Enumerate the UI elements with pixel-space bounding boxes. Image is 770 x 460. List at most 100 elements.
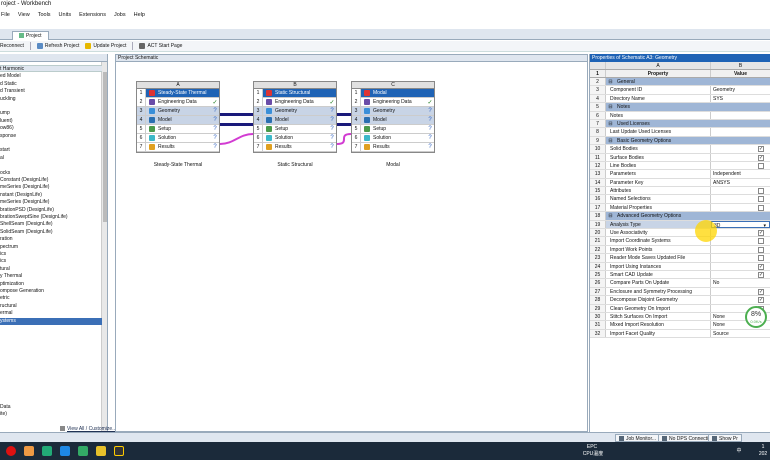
property-checkbox[interactable]: ✓ (758, 288, 764, 295)
menu-item[interactable]: Extensions (79, 10, 106, 20)
toolbox-item[interactable]: ump (0, 110, 10, 117)
property-value[interactable]: ✓ (711, 296, 770, 304)
property-checkbox[interactable]: ✓ (758, 230, 764, 237)
property-row[interactable]: 23 Reader Mode Saves Updated File (590, 254, 770, 263)
app-icon[interactable] (78, 446, 88, 456)
toolbox-item[interactable]: ed Model (0, 73, 21, 80)
property-group-header[interactable]: 5 ⊟ Notes (590, 103, 770, 112)
property-row[interactable]: 21 Import Coordinate Systems (590, 237, 770, 246)
property-row[interactable]: 30 Stitch Surfaces On Import None (590, 312, 770, 322)
property-value[interactable]: Source (711, 330, 770, 337)
toolbox-item[interactable]: t Harmonic (0, 66, 24, 73)
property-checkbox[interactable] (758, 188, 764, 195)
property-value[interactable]: ANSYS (711, 179, 770, 186)
refresh-project-button[interactable]: Refresh Project (36, 43, 79, 49)
menu-item[interactable]: View (18, 10, 30, 20)
property-row[interactable]: 15 Attributes (590, 187, 770, 196)
collapse-icon[interactable]: ⊟ (606, 78, 615, 85)
property-row[interactable]: 22 Import Work Points (590, 245, 770, 255)
property-value[interactable] (711, 187, 770, 195)
folder-icon[interactable] (96, 446, 106, 456)
property-value[interactable]: No (711, 279, 770, 286)
property-value[interactable]: Independent (711, 170, 770, 177)
menu-item[interactable]: Jobs (114, 10, 126, 20)
record-app-icon[interactable] (6, 446, 16, 456)
property-row[interactable]: 8 Last Update Used Licenses (590, 128, 770, 137)
property-checkbox[interactable] (758, 204, 764, 211)
property-row[interactable]: 24 Import Using Instances ✓ (590, 262, 770, 271)
property-row[interactable]: 12 Line Bodies (590, 161, 770, 171)
toolbox-item[interactable]: ShellSeam (DesignLife) (0, 221, 53, 228)
property-checkbox[interactable] (758, 246, 764, 253)
toolbox-item[interactable]: d Static (0, 81, 17, 88)
collapse-icon[interactable]: ⊟ (606, 137, 615, 144)
property-value[interactable] (711, 112, 770, 119)
toolbox-item[interactable]: ocks (0, 170, 10, 177)
property-checkbox[interactable] (758, 238, 764, 245)
toolbox-item[interactable]: ite) (0, 411, 7, 418)
toolbox-item[interactable]: uckling (0, 96, 16, 103)
toolbox-item[interactable]: etric (0, 295, 9, 302)
property-row[interactable]: 6 Notes (590, 111, 770, 120)
property-row[interactable]: 13 Parameters Independent (590, 170, 770, 179)
toolbox-item[interactable]: brationSweptSine (DesignLife) (0, 214, 68, 221)
property-group-header[interactable]: 7 ⊟ Used Licenses (590, 119, 770, 129)
tab-project[interactable]: Project (12, 31, 49, 40)
toolbox-scrollbar[interactable] (101, 62, 107, 432)
menu-item[interactable]: Units (59, 10, 72, 20)
toolbox-item[interactable]: SolidSeam (DesignLife) (0, 229, 53, 236)
collapse-icon[interactable]: ⊟ (606, 120, 615, 127)
property-row[interactable]: 29 Clean Geometry On Import (590, 304, 770, 313)
property-checkbox[interactable] (758, 196, 764, 203)
property-value[interactable] (711, 128, 770, 135)
property-row[interactable]: 17 Material Properties (590, 203, 770, 213)
act-start-page-button[interactable]: ACT Start Page (139, 43, 182, 49)
toolbox-item[interactable]: meSeries (DesignLife) (0, 184, 49, 191)
property-value[interactable]: ✓ (711, 288, 770, 295)
property-checkbox[interactable]: ✓ (758, 263, 764, 270)
property-value[interactable] (711, 254, 770, 262)
property-row[interactable]: 28 Decompose Disjoint Geometry ✓ (590, 296, 770, 305)
chrome-icon[interactable] (42, 446, 52, 456)
toolbox-item[interactable]: nstant (DesignLife) (0, 192, 42, 199)
property-value[interactable]: 3D ▾ (711, 220, 770, 229)
toolbox-item[interactable]: ompose Generation (0, 288, 44, 295)
property-value[interactable]: ✓ (711, 271, 770, 278)
property-value[interactable]: ✓ (711, 154, 770, 161)
property-row[interactable]: 20 Use Associativity ✓ (590, 229, 770, 238)
toolbox-item[interactable]: ics (0, 258, 6, 265)
collapse-icon[interactable]: ⊟ (606, 103, 615, 110)
menu-item[interactable]: Help (134, 10, 145, 20)
collapse-icon[interactable]: ⊟ (606, 212, 615, 219)
update-project-button[interactable]: Update Project (85, 43, 126, 49)
job-monitor-button[interactable]: Job Monitor... (615, 434, 661, 442)
file-app-icon[interactable] (24, 446, 34, 456)
toolbox-item[interactable]: ration (0, 236, 13, 243)
toolbox-item[interactable]: ptimization (0, 281, 24, 288)
toolbox-item[interactable]: ics (0, 251, 6, 258)
show-progress-button[interactable]: Show Pr (708, 434, 742, 442)
property-checkbox[interactable]: ✓ (758, 297, 764, 304)
property-value[interactable]: ✓ (711, 229, 770, 237)
reconnect-button[interactable]: Reconnect (0, 43, 24, 49)
property-checkbox[interactable]: ✓ (758, 154, 764, 161)
property-row[interactable]: 4 Directory Name SYS (590, 94, 770, 104)
menu-item[interactable]: Tools (38, 10, 51, 20)
toolbox-item[interactable]: luent) (0, 118, 13, 125)
property-checkbox[interactable] (758, 255, 764, 262)
property-value[interactable] (711, 195, 770, 203)
property-value[interactable]: SYS (711, 95, 770, 102)
scrollbar-thumb[interactable] (103, 72, 107, 222)
property-row[interactable]: 26 Compare Parts On Update No (590, 279, 770, 288)
property-row[interactable]: 14 Parameter Key ANSYS (590, 178, 770, 188)
property-row[interactable]: 11 Surface Bodies ✓ (590, 153, 770, 162)
toolbox-item[interactable]: meSeries (DesignLife) (0, 199, 49, 206)
property-row[interactable]: 32 Import Facet Quality Source (590, 329, 770, 339)
property-group-header[interactable]: 2 ⊟ General (590, 78, 770, 87)
toolbox-item[interactable]: d Transient (0, 88, 25, 95)
toolbox-item[interactable]: ow86) (0, 125, 14, 132)
property-row[interactable]: 25 Smart CAD Update ✓ (590, 270, 770, 280)
property-value[interactable] (711, 246, 770, 253)
property-value[interactable] (711, 237, 770, 245)
toolbox-item[interactable]: ructural (0, 303, 17, 310)
